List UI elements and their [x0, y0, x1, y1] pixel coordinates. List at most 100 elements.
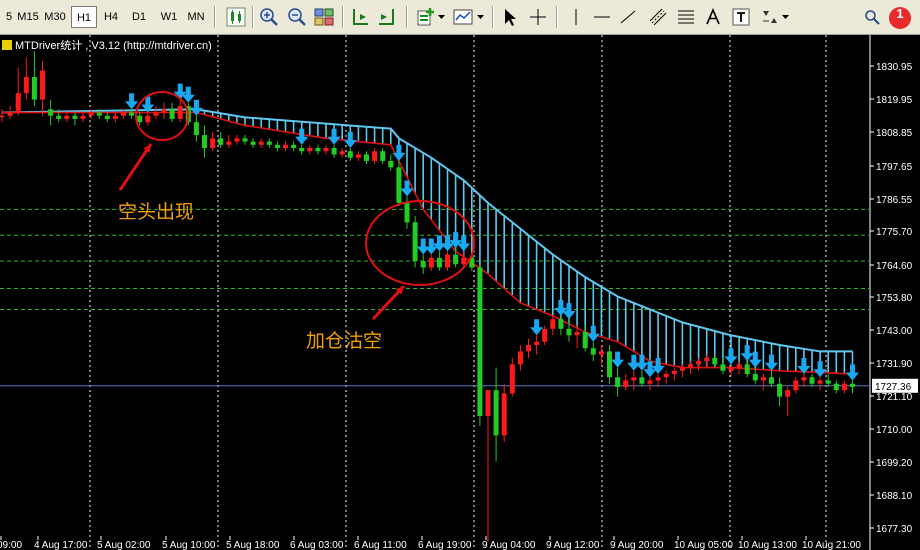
- candle-body: [161, 109, 167, 113]
- candle-body: [283, 144, 288, 149]
- indicators-icon[interactable]: [416, 7, 436, 27]
- timeframe-d1[interactable]: D1: [128, 6, 150, 28]
- timeframe-5[interactable]: 5: [2, 6, 16, 28]
- candle-body: [31, 76, 37, 100]
- candlestick-chart-icon[interactable]: [226, 7, 246, 27]
- candle-body: [566, 328, 572, 336]
- channel-icon[interactable]: [648, 7, 668, 27]
- candle-body: [679, 367, 685, 371]
- candle-body: [801, 377, 807, 381]
- candle-body: [777, 383, 783, 397]
- candle-body: [833, 383, 839, 391]
- sell-arrow-icon: [295, 128, 309, 145]
- chart-canvas[interactable]: 空头出现加仓沽空 1830.95 1819.95 1808.85 1797.65 1786…: [0, 35, 920, 550]
- candle-body: [88, 112, 94, 116]
- zoom-out-icon[interactable]: [287, 7, 307, 27]
- period-templates-icon[interactable]: [453, 7, 473, 27]
- text-label-icon[interactable]: [703, 7, 723, 27]
- timeframe-mn[interactable]: MN: [184, 6, 208, 28]
- current-price-label: 1727.36: [875, 382, 912, 393]
- chevron-down-icon[interactable]: [782, 15, 789, 20]
- crosshair-icon[interactable]: [528, 7, 548, 27]
- search-icon[interactable]: [864, 9, 880, 25]
- candle-body: [193, 122, 199, 136]
- price-tick-label: 1743.00: [876, 326, 913, 337]
- sell-arrow-icon: [562, 303, 576, 320]
- price-tick-label: 1830.95: [876, 62, 913, 73]
- candle-body: [250, 141, 256, 145]
- candle-body: [615, 377, 621, 387]
- timeframe-m30[interactable]: M30: [43, 6, 67, 28]
- candle-body: [485, 390, 491, 417]
- candle-body: [590, 348, 596, 355]
- chevron-down-icon[interactable]: [438, 15, 445, 20]
- sell-arrow-icon: [392, 144, 406, 161]
- price-tick-label: 1786.55: [876, 195, 913, 206]
- candle-body: [534, 341, 540, 345]
- arrows-tool-icon[interactable]: [759, 7, 779, 27]
- candle-body: [728, 367, 734, 371]
- time-tick-label: 10 Aug 21:00: [802, 540, 861, 550]
- candle-body: [169, 109, 175, 119]
- sell-arrow-icon: [181, 86, 195, 103]
- candle-body: [696, 361, 702, 365]
- timeframe-w1[interactable]: W1: [157, 6, 181, 28]
- tile-windows-icon[interactable]: [314, 7, 334, 27]
- sell-arrow-icon: [740, 345, 754, 362]
- candle-body: [218, 138, 224, 145]
- candle-body: [542, 328, 548, 342]
- chart-shift-icon[interactable]: [377, 7, 397, 27]
- candle-body: [242, 138, 248, 142]
- timeframe-h1[interactable]: H1: [71, 6, 97, 28]
- candle-body: [720, 364, 726, 371]
- candle-body: [688, 364, 693, 368]
- candle-body: [769, 377, 774, 384]
- trendline-icon[interactable]: [618, 7, 638, 27]
- time-tick-label: 9 Aug 20:00: [610, 540, 664, 550]
- label-box-icon[interactable]: [731, 7, 751, 27]
- candle-body: [226, 141, 232, 145]
- candle-body: [380, 151, 386, 161]
- timeframe-h4[interactable]: H4: [99, 6, 123, 28]
- price-chart[interactable]: 空头出现 加仓沽空 1830.95 1819.95 1808.85 1797.65 1786…: [0, 35, 920, 550]
- candle-body: [112, 115, 118, 119]
- candle-body: [647, 380, 653, 384]
- annotation-arrow-shaft: [118, 143, 153, 191]
- chevron-down-icon[interactable]: [477, 15, 484, 20]
- candle-body: [266, 141, 272, 145]
- indicator-icon: [2, 40, 12, 50]
- candle-body: [817, 380, 823, 384]
- zoom-in-icon[interactable]: [259, 7, 279, 27]
- time-tick-label: 10 Aug 05:00: [674, 540, 733, 550]
- sell-arrow-icon: [765, 354, 778, 371]
- candle-body: [331, 148, 337, 155]
- timeframe-m15[interactable]: M15: [16, 6, 40, 28]
- vertical-line-icon[interactable]: [566, 7, 586, 27]
- indicator-label-text: MTDriver统计 , V3.12 (http://mtdriver.cn): [15, 40, 212, 52]
- horizontal-line-icon[interactable]: [592, 7, 612, 27]
- toolbar-separator: [406, 6, 408, 28]
- toolbar-separator: [556, 6, 558, 28]
- sell-arrow-icon: [530, 319, 544, 336]
- candle-body: [274, 144, 280, 149]
- candle-body: [364, 154, 369, 161]
- candle-body: [15, 93, 21, 113]
- price-tick-label: 1688.10: [876, 491, 913, 502]
- candle-body: [129, 112, 135, 116]
- time-tick-label: 6 Aug 03:00: [290, 540, 344, 550]
- candle-body: [72, 115, 78, 119]
- auto-scroll-icon[interactable]: [350, 7, 370, 27]
- price-tick-label: 1808.85: [876, 128, 913, 139]
- candle-body: [40, 70, 45, 100]
- candle-body: [736, 364, 742, 368]
- candle-body: [436, 257, 442, 268]
- candle-body: [655, 377, 661, 381]
- candle-body: [299, 148, 305, 152]
- candle-body: [631, 377, 637, 381]
- candle-body: [404, 202, 410, 223]
- candle-body: [396, 167, 402, 203]
- candle-body: [752, 374, 758, 381]
- candle-body: [550, 319, 556, 329]
- fibonacci-icon[interactable]: [676, 7, 696, 27]
- cursor-icon[interactable]: [500, 7, 520, 27]
